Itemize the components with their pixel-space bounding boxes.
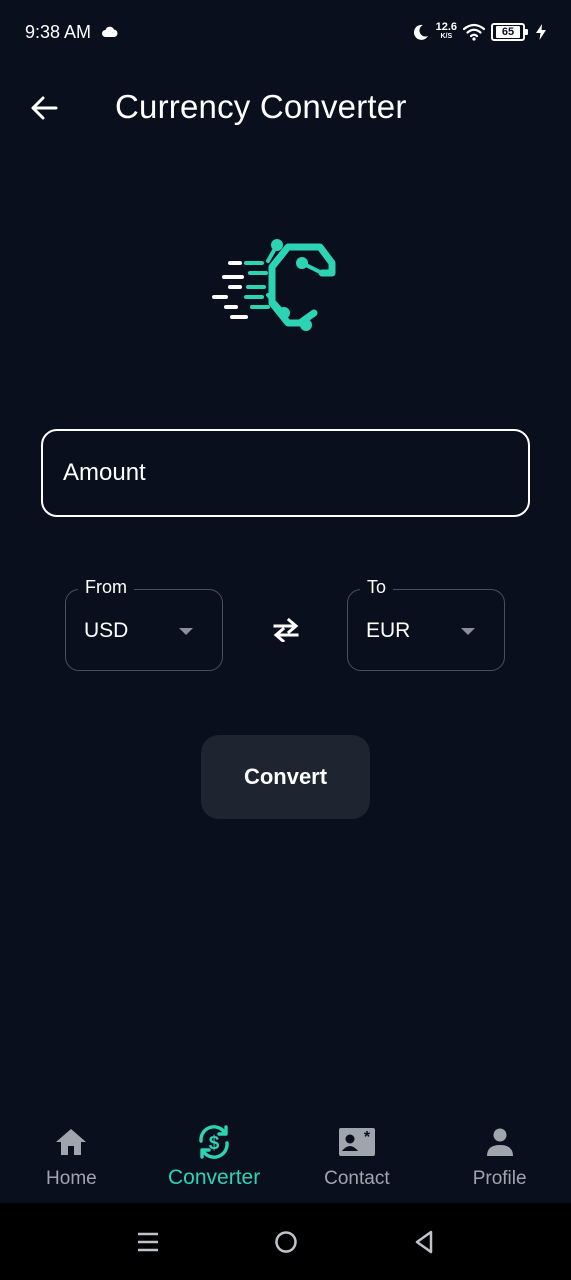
app-bar: Currency Converter [0,72,571,144]
home-system-button[interactable] [273,1229,299,1255]
to-currency-dropdown[interactable]: To EUR [347,577,505,671]
from-currency-dropdown[interactable]: From USD [65,577,223,671]
nav-label-profile: Profile [472,1168,527,1189]
moon-icon [413,24,428,40]
contact-card-icon: * [338,1128,375,1156]
caret-down-icon [179,628,193,635]
menu-lines-icon [137,1232,158,1251]
caret-down-icon [461,628,475,635]
swap-arrows-icon [273,618,299,642]
from-label: From [78,577,134,598]
currency-exchange-icon: $ [199,1125,229,1159]
page-title: Currency Converter [115,88,407,125]
app-logo-icon [212,239,336,331]
arrow-left-icon [31,96,58,120]
nav-label-converter: Converter [168,1166,261,1189]
battery-level: 65 [496,26,520,38]
nav-item-home[interactable]: Home [0,1110,143,1203]
status-time: 9:38 AM [25,21,92,42]
to-value: EUR [366,619,411,642]
to-label: To [360,577,394,598]
back-button[interactable] [26,90,62,126]
nav-item-converter[interactable]: $ Converter [143,1110,286,1203]
speed-unit: K/S [440,33,453,40]
status-bar: 9:38 AM 12.6 K/S 65 [0,0,571,64]
triangle-back-icon [415,1230,432,1253]
cloud-icon [102,26,118,37]
nav-label-home: Home [46,1168,97,1189]
status-right: 12.6 K/S 65 [412,21,547,41]
convert-button[interactable]: Convert [201,735,370,819]
swap-currencies-button[interactable] [267,613,305,647]
from-value: USD [84,619,129,642]
nav-item-profile[interactable]: Profile [428,1110,571,1203]
nav-label-contact: Contact [324,1168,390,1189]
amount-input[interactable] [41,429,530,517]
circle-icon [274,1230,297,1253]
status-left: 9:38 AM [25,22,119,43]
recent-apps-button[interactable] [135,1229,161,1255]
person-icon [486,1128,513,1156]
battery-indicator: 65 [491,23,528,41]
svg-text:$: $ [209,1133,220,1154]
home-icon [56,1129,87,1155]
network-speed: 12.6 K/S [435,21,457,41]
charging-icon [536,24,546,40]
nav-item-contact[interactable]: * Contact [286,1110,429,1203]
wifi-icon [463,23,485,41]
speed-value: 12.6 [435,21,457,33]
system-nav-bar [0,1203,571,1280]
bottom-nav: Home $ Converter * Contact Profile [0,1110,571,1203]
svg-text:*: * [364,1129,371,1146]
back-system-button[interactable] [411,1229,437,1255]
